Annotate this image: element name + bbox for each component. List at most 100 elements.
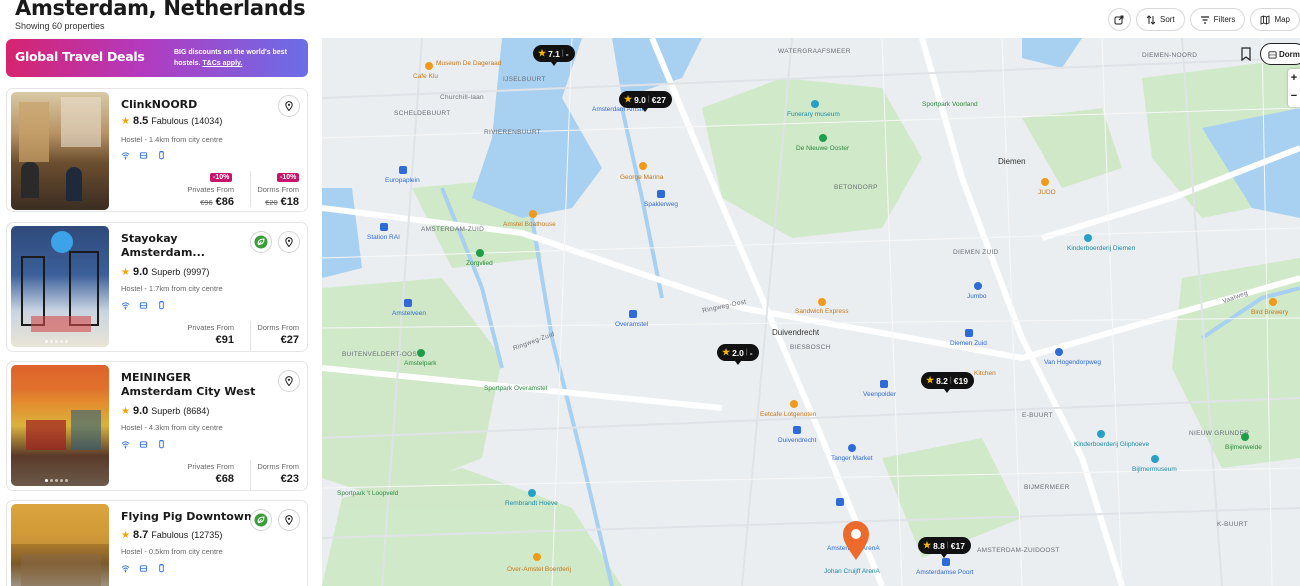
dorms-chip-label: Dorms [1279,49,1300,59]
property-photo[interactable] [11,226,109,347]
poi-icon[interactable] [417,349,425,357]
transit-icon[interactable] [880,380,888,388]
property-name[interactable]: ClinkNOORD [121,98,251,112]
map-area-label: K-BUURT [1217,521,1248,528]
price-divider [250,321,251,351]
poi-icon[interactable] [811,100,819,108]
poi-icon[interactable] [529,210,537,218]
map-label: Map [1274,15,1290,24]
property-card[interactable]: MEININGER Amsterdam City West ★ 9.0 Supe… [6,361,308,491]
poi-label: Amstel Boathouse [503,221,556,228]
property-name[interactable]: Stayokay Amsterdam... [121,232,251,260]
poi-icon[interactable] [639,162,647,170]
transit-icon[interactable] [399,166,407,174]
map-price-marker[interactable]: ★ 8.2 | €19 [921,372,974,393]
poi-icon[interactable] [974,282,982,290]
filters-button[interactable]: Filters [1189,8,1246,31]
property-card[interactable]: ClinkNOORD ★ 8.5 Fabulous (14034) Hostel… [6,88,308,212]
poi-label: Cafe Klu [413,73,438,80]
zoom-in-button[interactable]: + [1288,69,1300,87]
transit-icon[interactable] [942,558,950,566]
sustainability-badge[interactable] [250,231,272,253]
property-rating: ★ 8.5 Fabulous (14034) [121,115,222,127]
photo-carousel-dots[interactable] [45,479,68,482]
location-pin-icon [285,376,293,386]
poi-label: Bijlmermuseum [1132,466,1177,473]
marker-score: 7.1 [548,48,560,59]
transit-icon[interactable] [965,329,973,337]
transit-icon[interactable] [657,190,665,198]
poi-icon[interactable] [528,489,536,497]
property-photo[interactable] [11,365,109,486]
map-button[interactable]: Map [1250,8,1300,31]
property-name[interactable]: MEININGER Amsterdam City West [121,371,261,399]
poi-icon[interactable] [533,553,541,561]
property-list: Global Travel Deals BIG discounts on the… [0,38,322,586]
sort-button[interactable]: Sort [1135,8,1185,31]
map-price-marker[interactable]: ★ 9.0 | €27 [619,91,672,112]
poi-label: De Nieuwe Ooster [796,145,850,152]
terms-link[interactable]: T&Cs apply. [202,60,242,67]
poi-icon[interactable] [1269,298,1277,306]
poi-icon[interactable] [1084,234,1092,242]
property-card[interactable]: Stayokay Amsterdam... ★ 9.0 Superb (9997… [6,222,308,352]
property-name[interactable]: Flying Pig Downtown [121,510,261,524]
map-price-marker[interactable]: ★ 8.8 | €17 [918,537,971,558]
map-price-marker[interactable]: ★ 2.0 | - [717,344,759,365]
show-on-map-button[interactable] [278,509,300,531]
dorms-toggle[interactable]: Dorms [1260,43,1300,65]
share-button[interactable] [1107,8,1131,31]
poi-label: Bijlmerweide [1225,444,1262,451]
map-price-marker[interactable]: ★ 7.1 | - [533,45,575,66]
poi-icon[interactable] [1241,433,1249,441]
poi-label: Over-Amstel Boerderij [507,566,571,573]
poi-icon[interactable] [1097,430,1105,438]
poi-label: Sportpark Overamstel [484,385,548,392]
amenities [121,440,166,449]
property-photo[interactable] [11,504,109,586]
property-meta: Hostel - 1.4km from city centre [121,135,223,144]
show-on-map-button[interactable] [278,95,300,117]
poi-icon[interactable] [1041,178,1049,186]
poi-icon[interactable] [819,134,827,142]
dorms-price-value: €23 [280,473,299,485]
poi-icon[interactable] [476,249,484,257]
selected-location-pin-icon[interactable] [842,521,870,561]
poi-label: Jumbo [967,293,987,300]
transit-icon[interactable] [404,299,412,307]
property-card[interactable]: Flying Pig Downtown ★ 8.7 Fabulous (1273… [6,500,308,586]
poi-icon[interactable] [790,400,798,408]
transit-icon[interactable] [380,223,388,231]
map-area-label: DIEMEN ZUID [953,249,999,256]
show-on-map-button[interactable] [278,231,300,253]
star-icon: ★ [121,405,130,417]
poi-icon[interactable] [1055,348,1063,356]
poi-label: Spaklerweg [644,201,678,208]
poi-icon[interactable] [818,298,826,306]
poi-icon[interactable] [1151,455,1159,463]
transit-icon[interactable] [629,310,637,318]
transit-icon[interactable] [836,498,844,506]
poi-icon[interactable] [425,62,433,70]
zoom-out-button[interactable]: − [1288,87,1300,105]
linen-icon [139,565,148,572]
banner-title: Global Travel Deals [15,49,145,64]
transit-icon[interactable] [793,426,801,434]
poi-label: Amstelveen [392,310,426,317]
sustainability-badge[interactable] [250,509,272,531]
dorms-old-price: €20 [265,198,278,207]
poi-icon[interactable] [848,444,856,452]
towel-icon [159,564,164,573]
map-panel[interactable]: WATERGRAAFSMEER IJSELBUURT SCHELDEBUURT … [322,38,1300,586]
bookmark-icon[interactable] [1239,46,1253,62]
banner-text: BIG discounts on the world's best hostel… [174,47,304,69]
poi-label: Tanger Market [831,455,873,462]
map-area-label: SCHELDEBUURT [394,110,451,117]
deals-banner[interactable]: Global Travel Deals BIG discounts on the… [6,39,308,77]
show-on-map-button[interactable] [278,370,300,392]
poi-label: Veenpolder [863,391,896,398]
photo-carousel-dots[interactable] [45,340,68,343]
marker-score: 8.2 [936,375,948,386]
property-photo[interactable] [11,92,109,210]
map-area-label: WATERGRAAFSMEER [778,48,851,55]
